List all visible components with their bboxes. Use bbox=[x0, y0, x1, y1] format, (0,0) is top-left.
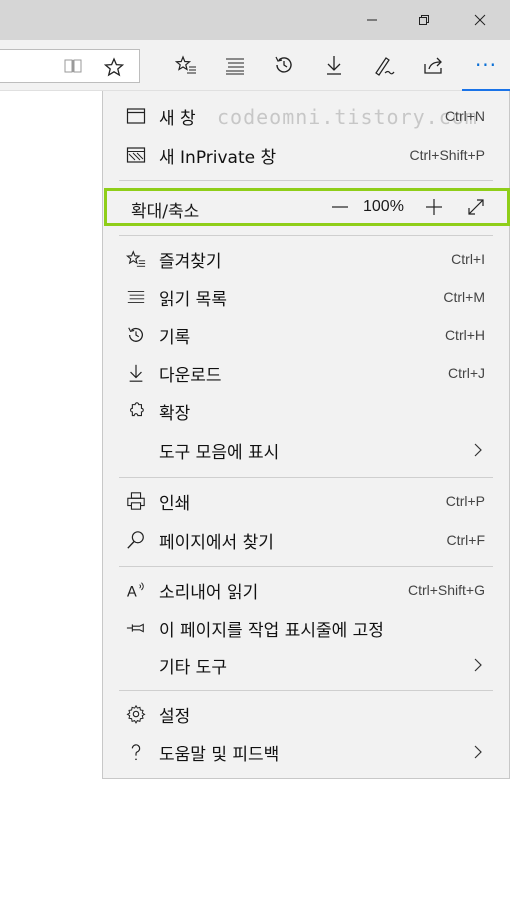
address-bar[interactable] bbox=[0, 49, 140, 83]
share-button[interactable] bbox=[422, 53, 446, 77]
menu-item-label: 페이지에서 찾기 bbox=[159, 532, 274, 553]
menu-item-label: 즐겨찾기 bbox=[159, 251, 222, 272]
menu-divider bbox=[119, 690, 493, 691]
fullscreen-icon[interactable] bbox=[465, 196, 487, 218]
menu-item-find-on-page[interactable]: 페이지에서 찾기 Ctrl+F bbox=[103, 521, 509, 559]
downloads-icon bbox=[125, 362, 147, 384]
menu-item-favorites[interactable]: 즐겨찾기 Ctrl+I bbox=[103, 240, 509, 278]
favorites-icon bbox=[125, 248, 147, 270]
menu-item-help-feedback[interactable]: 도움말 및 피드백 bbox=[103, 733, 509, 771]
minimize-icon bbox=[367, 19, 377, 21]
menu-divider bbox=[119, 180, 493, 181]
menu-item-reading-list[interactable]: 읽기 목록 Ctrl+M bbox=[103, 278, 509, 316]
search-icon bbox=[125, 529, 147, 551]
menu-item-history[interactable]: 기록 Ctrl+H bbox=[103, 316, 509, 354]
menu-divider bbox=[119, 477, 493, 478]
settings-menu: codeomni.tistory.com 새 창 Ctrl+N 새 InPriv… bbox=[102, 91, 510, 779]
browser-toolbar: ··· bbox=[0, 40, 510, 91]
zoom-label: 확대/축소 bbox=[131, 202, 200, 222]
menu-item-shortcut: Ctrl+H bbox=[444, 327, 485, 343]
gear-icon bbox=[125, 703, 147, 725]
svg-text:A: A bbox=[127, 584, 137, 600]
title-bar bbox=[0, 0, 510, 40]
reading-list-icon bbox=[226, 58, 244, 75]
menu-item-label: 기록 bbox=[159, 327, 191, 348]
web-note-icon bbox=[375, 57, 395, 76]
close-icon bbox=[474, 14, 486, 26]
menu-item-shortcut: Ctrl+Shift+G bbox=[407, 582, 485, 598]
more-actions-button[interactable]: ··· bbox=[462, 40, 510, 91]
print-icon bbox=[125, 490, 147, 512]
web-note-button[interactable] bbox=[372, 53, 396, 77]
inprivate-icon bbox=[125, 144, 147, 166]
menu-item-label: 새 InPrivate 창 bbox=[159, 147, 277, 168]
menu-item-label: 설정 bbox=[159, 706, 191, 727]
menu-item-label: 새 창 bbox=[159, 108, 196, 129]
pin-icon bbox=[125, 617, 147, 639]
new-window-icon bbox=[125, 105, 147, 127]
menu-item-shortcut: Ctrl+I bbox=[451, 251, 485, 267]
menu-item-show-in-toolbar[interactable]: 도구 모음에 표시 bbox=[103, 431, 509, 469]
restore-icon bbox=[419, 15, 429, 25]
favorites-hub-button[interactable] bbox=[174, 53, 198, 77]
menu-item-label: 인쇄 bbox=[159, 493, 191, 514]
help-icon bbox=[125, 741, 147, 763]
chevron-right-icon bbox=[474, 658, 482, 672]
menu-item-label: 도움말 및 피드백 bbox=[159, 744, 280, 765]
menu-item-new-inprivate[interactable]: 새 InPrivate 창 Ctrl+Shift+P bbox=[103, 136, 509, 174]
share-icon bbox=[424, 57, 442, 74]
menu-divider bbox=[119, 566, 493, 567]
menu-item-shortcut: Ctrl+J bbox=[448, 365, 485, 381]
history-button[interactable] bbox=[272, 53, 296, 77]
restore-button[interactable] bbox=[400, 0, 448, 40]
menu-item-label: 읽기 목록 bbox=[159, 289, 227, 310]
history-icon bbox=[125, 324, 147, 346]
menu-item-settings[interactable]: 설정 bbox=[103, 695, 509, 733]
menu-item-extensions[interactable]: 확장 bbox=[103, 392, 509, 430]
downloads-button[interactable] bbox=[322, 53, 346, 77]
extensions-icon bbox=[125, 400, 147, 422]
menu-item-label: 다운로드 bbox=[159, 365, 222, 386]
menu-divider bbox=[119, 235, 493, 236]
menu-item-label: 이 페이지를 작업 표시줄에 고정 bbox=[159, 620, 384, 641]
menu-item-label: 확장 bbox=[159, 403, 191, 424]
favorites-icon bbox=[175, 55, 196, 74]
zoom-row: 확대/축소 100% bbox=[104, 188, 510, 226]
menu-item-new-window[interactable]: 새 창 Ctrl+N bbox=[103, 97, 509, 135]
menu-item-print[interactable]: 인쇄 Ctrl+P bbox=[103, 482, 509, 520]
menu-item-read-aloud[interactable]: A 소리내어 읽기 Ctrl+Shift+G bbox=[103, 571, 509, 609]
reading-list-icon bbox=[125, 286, 147, 308]
zoom-in-icon[interactable] bbox=[423, 196, 445, 218]
menu-item-shortcut: Ctrl+N bbox=[444, 108, 485, 124]
reading-view-icon[interactable] bbox=[64, 58, 82, 74]
close-button[interactable] bbox=[456, 0, 504, 40]
menu-item-shortcut: Ctrl+M bbox=[443, 289, 485, 305]
reading-list-button[interactable] bbox=[223, 53, 247, 77]
menu-item-shortcut: Ctrl+P bbox=[445, 493, 485, 509]
menu-item-shortcut: Ctrl+F bbox=[446, 532, 486, 548]
menu-item-label: 소리내어 읽기 bbox=[159, 582, 259, 603]
menu-item-more-tools[interactable]: 기타 도구 bbox=[103, 646, 509, 684]
menu-item-label: 기타 도구 bbox=[159, 657, 227, 678]
minimize-button[interactable] bbox=[348, 0, 396, 40]
menu-item-pin-to-taskbar[interactable]: 이 페이지를 작업 표시줄에 고정 bbox=[103, 609, 509, 647]
menu-item-downloads[interactable]: 다운로드 Ctrl+J bbox=[103, 354, 509, 392]
downloads-icon bbox=[327, 56, 341, 75]
menu-item-label: 도구 모음에 표시 bbox=[159, 442, 280, 463]
menu-item-shortcut: Ctrl+Shift+P bbox=[409, 147, 485, 163]
chevron-right-icon bbox=[474, 443, 482, 457]
read-aloud-icon: A bbox=[125, 579, 147, 601]
zoom-value: 100% bbox=[363, 198, 404, 215]
chevron-right-icon bbox=[474, 745, 482, 759]
more-icon: ··· bbox=[474, 52, 498, 77]
history-icon bbox=[275, 56, 292, 73]
favorite-star-icon[interactable] bbox=[104, 57, 124, 77]
zoom-out-icon[interactable] bbox=[329, 196, 351, 218]
